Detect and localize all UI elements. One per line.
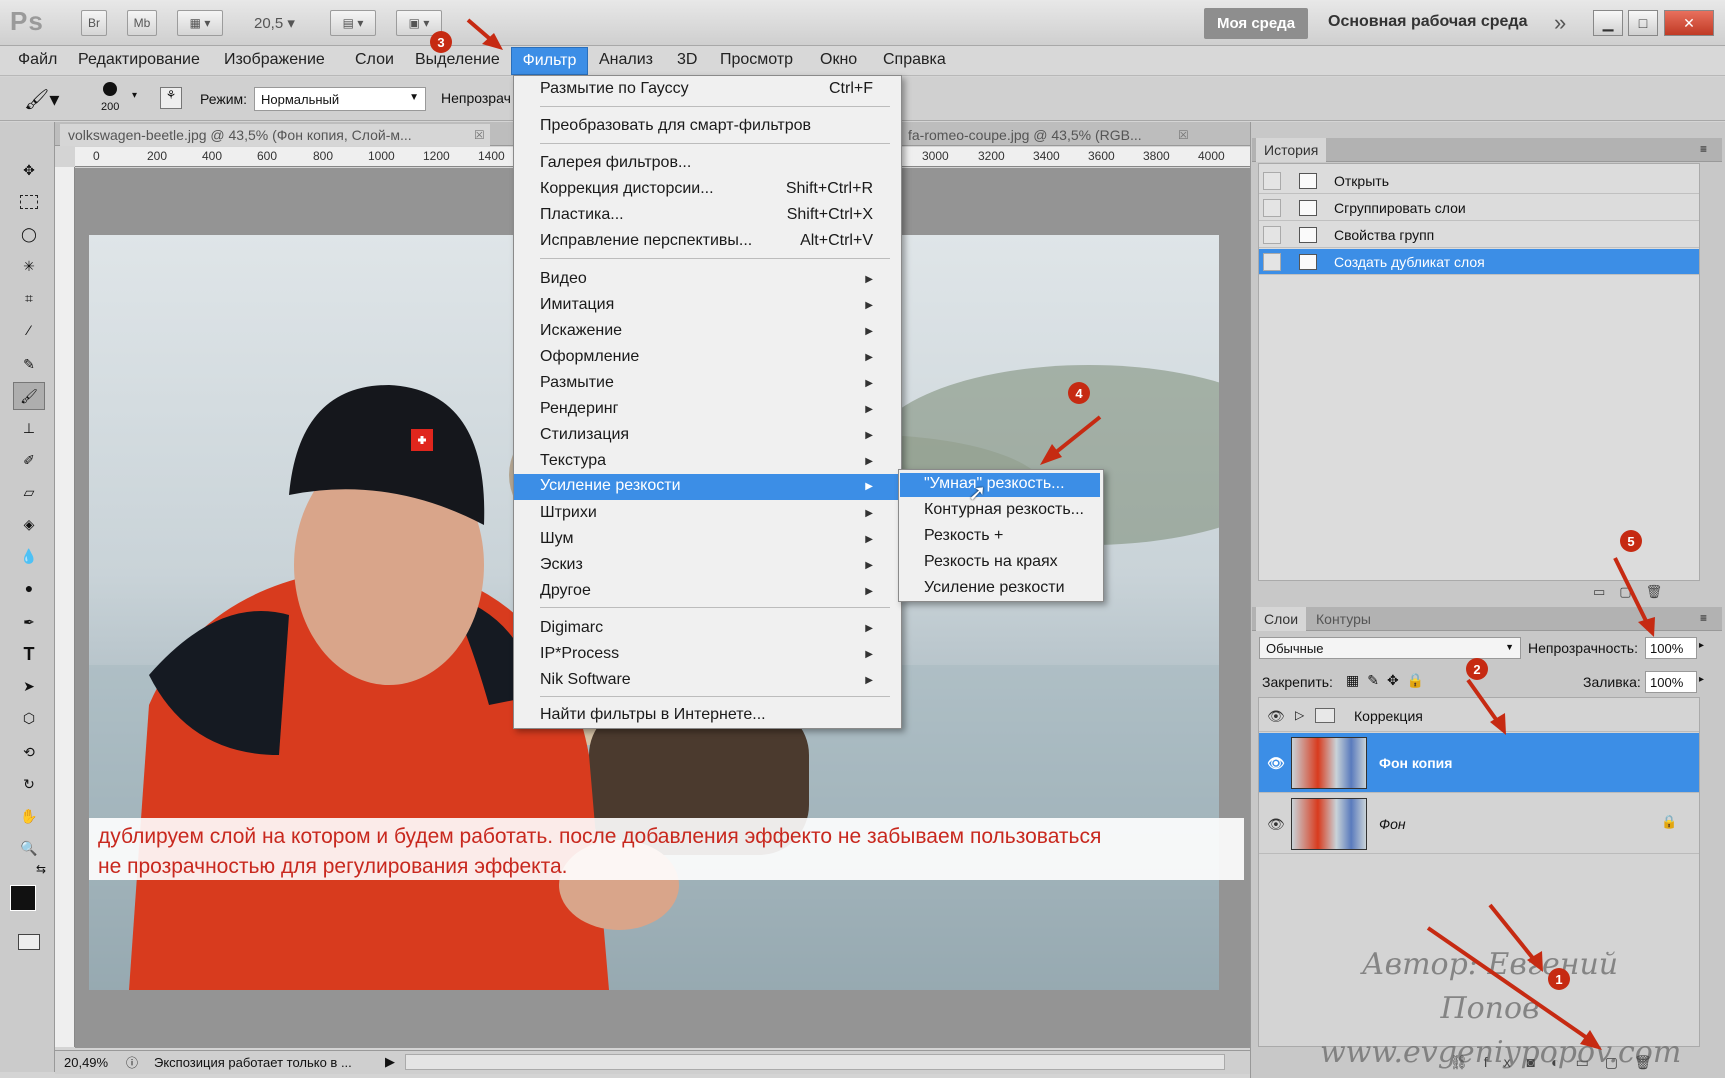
arrow-to-layer-copy (1466, 678, 1502, 727)
arrow-to-opacity (1613, 557, 1650, 626)
annotation-badge-3: 3 (430, 31, 452, 53)
annotation-arrows (466, 18, 1655, 1050)
annotation-badge-5: 5 (1620, 530, 1642, 552)
annotation-badge-2: 2 (1466, 658, 1488, 680)
arrow-to-smart-sharpen (1048, 415, 1102, 459)
arrow-to-duplicate (1488, 903, 1538, 964)
annotation-badge-1: 1 (1548, 968, 1570, 990)
annotation-badge-4: 4 (1068, 382, 1090, 404)
